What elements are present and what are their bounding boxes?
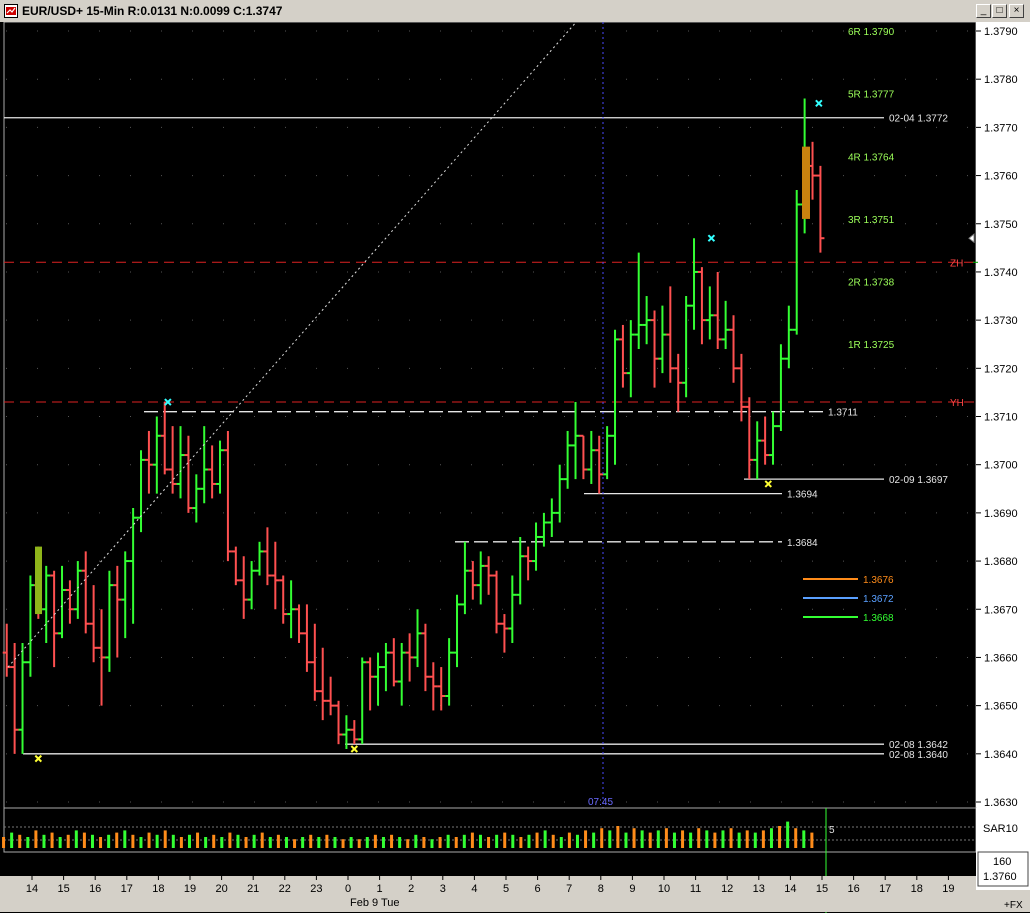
- pivot-label: 5R 1.3777: [848, 90, 895, 101]
- level-label: 02-04 1.3772: [889, 114, 948, 125]
- price-chart[interactable]: 6R 1.3790 5R 1.3777 4R 1.3764 3R 1.3751 2R 1…: [0, 22, 1030, 913]
- time-axis-label: 9: [629, 883, 635, 895]
- time-axis-label: 15: [816, 883, 828, 895]
- level-label: 1.3684: [787, 538, 818, 549]
- level-label: 02-08 1.3640: [889, 750, 948, 761]
- time-axis-label: 7: [566, 883, 572, 895]
- price-axis-label: 1.3630: [984, 797, 1018, 809]
- price-axis-label: 1.3660: [984, 652, 1018, 664]
- pivot-label: 2R 1.3738: [848, 278, 895, 289]
- counter-label: 160: [993, 856, 1011, 868]
- pivot-label: 1R 1.3725: [848, 340, 895, 351]
- time-axis-label: 13: [753, 883, 765, 895]
- price-axis-label: 1.3740: [984, 267, 1018, 279]
- time-axis-label: 22: [279, 883, 291, 895]
- time-axis-label: 19: [184, 883, 196, 895]
- time-axis-label: 18: [911, 883, 923, 895]
- highlight-box: [802, 146, 810, 219]
- date-label: Feb 9 Tue: [350, 897, 400, 909]
- time-axis-label: 21: [247, 883, 259, 895]
- time-axis-panel: [0, 876, 976, 912]
- price-axis-label: 1.3690: [984, 508, 1018, 520]
- time-axis-label: 20: [215, 883, 227, 895]
- price-axis-label: 1.3680: [984, 556, 1018, 568]
- price-axis-label: 1.3670: [984, 604, 1018, 616]
- time-axis-label: 16: [89, 883, 101, 895]
- time-axis-label: 6: [535, 883, 541, 895]
- counter-price-label: 1.3760: [983, 871, 1017, 883]
- price-axis-label: 1.3770: [984, 122, 1018, 134]
- time-axis-label: 17: [879, 883, 891, 895]
- title-bar[interactable]: EUR/USD+ 15-Min R:0.0131 N:0.0099 C:1.37…: [0, 0, 1030, 23]
- pivot-label: 4R 1.3764: [848, 152, 895, 163]
- level-label: 02-09 1.3697: [889, 475, 948, 486]
- minimize-button[interactable]: _: [976, 4, 991, 18]
- fx-label: +FX: [1004, 900, 1023, 911]
- price-axis-label: 1.3700: [984, 460, 1018, 472]
- legend-label: 1.3672: [863, 594, 894, 605]
- window-title: EUR/USD+ 15-Min R:0.0131 N:0.0099 C:1.37…: [22, 4, 283, 18]
- price-axis-label: 1.3730: [984, 315, 1018, 327]
- time-cursor-label: 07:45: [588, 797, 613, 808]
- time-axis-label: 4: [471, 883, 477, 895]
- time-axis-label: 3: [440, 883, 446, 895]
- time-axis-label: 16: [847, 883, 859, 895]
- red-level-label: YH: [950, 398, 964, 409]
- time-axis-label: 14: [26, 883, 38, 895]
- close-button[interactable]: ×: [1009, 4, 1024, 18]
- price-axis-label: 1.3790: [984, 26, 1018, 38]
- price-axis-label: 1.3640: [984, 749, 1018, 761]
- time-axis-label: 10: [658, 883, 670, 895]
- time-axis-label: 5: [503, 883, 509, 895]
- time-axis: 14 15 16 17 18 19 20 21 22 23 0 1 2 3 4 5 6 7 8 9 10 11 12 13 14…: [0, 876, 1030, 912]
- volume-value-label: 5: [829, 825, 835, 836]
- time-axis-label: 17: [121, 883, 133, 895]
- price-axis-label: 1.3760: [984, 171, 1018, 183]
- highlight-box: [35, 546, 42, 615]
- pivot-label: 3R 1.3751: [848, 215, 895, 226]
- price-axis-label: 1.3720: [984, 363, 1018, 375]
- price-axis-label: 1.3650: [984, 701, 1018, 713]
- time-axis-label: 0: [345, 883, 351, 895]
- time-axis-label: 15: [57, 883, 69, 895]
- time-axis-label: 18: [152, 883, 164, 895]
- price-axis-label: 1.3710: [984, 412, 1018, 424]
- time-axis-label: 1: [377, 883, 383, 895]
- time-axis-label: 14: [784, 883, 796, 895]
- time-axis-label: 2: [408, 883, 414, 895]
- price-axis: 1.3790 1.3780 1.3770 1.3760 1.3750 1.3740 1.37…: [968, 22, 1030, 809]
- time-axis-label: 12: [721, 883, 733, 895]
- price-axis-label: 1.3780: [984, 74, 1018, 86]
- level-label: 1.3711: [828, 408, 858, 419]
- pivot-label: 6R 1.3790: [848, 27, 895, 38]
- red-level-label: ZH: [950, 258, 963, 269]
- restore-button[interactable]: □: [992, 4, 1007, 18]
- time-axis-label: 23: [310, 883, 322, 895]
- time-axis-label: 11: [690, 883, 701, 895]
- time-axis-label: 8: [598, 883, 604, 895]
- volume-indicator-label: SAR10: [983, 823, 1018, 835]
- chart-app-icon: [4, 4, 18, 18]
- time-axis-label: 19: [942, 883, 954, 895]
- price-axis-label: 1.3750: [984, 219, 1018, 231]
- chart-window: EUR/USD+ 15-Min R:0.0131 N:0.0099 C:1.37…: [0, 0, 1030, 913]
- legend-label: 1.3676: [863, 575, 894, 586]
- level-label: 1.3694: [787, 490, 818, 501]
- legend-label: 1.3668: [863, 613, 894, 624]
